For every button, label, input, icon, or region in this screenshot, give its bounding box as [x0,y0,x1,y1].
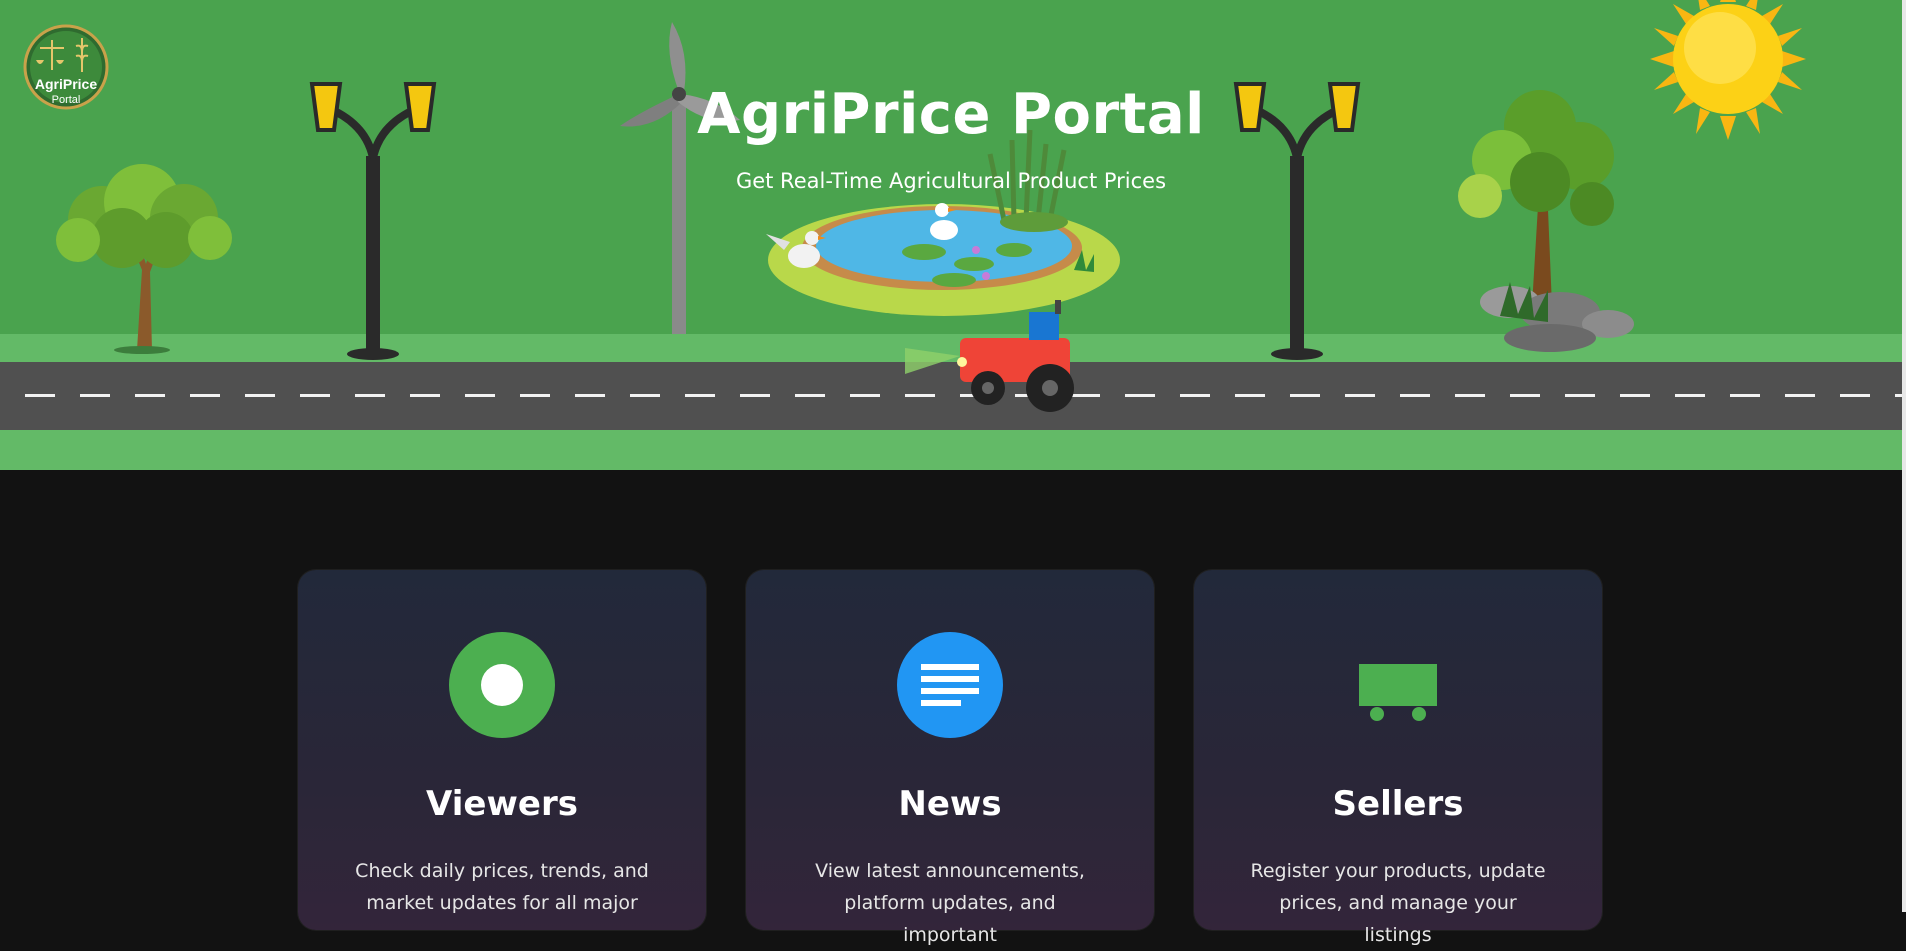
tractor-icon [905,300,1074,412]
card-title-news: News [898,784,1002,824]
grass-bottom [0,430,1902,470]
card-description-sellers: Register your products, update prices, a… [1250,860,1546,946]
page-title: AgriPrice Portal [697,82,1205,147]
card-viewers[interactable]: Viewers Check daily prices, trends, and … [298,570,706,930]
pond-icon [766,129,1120,316]
card-sellers[interactable]: Sellers Register your products, update p… [1194,570,1602,946]
card-description-viewers: Check daily prices, trends, and market u… [355,860,649,914]
news-icon [897,632,1003,738]
card-title-sellers: Sellers [1332,784,1464,824]
viewer-icon [449,632,555,738]
card-news[interactable]: News View latest announcements, platform… [746,570,1154,946]
scrollbar[interactable] [1902,0,1906,912]
page-subtitle: Get Real-Time Agricultural Product Price… [735,169,1167,193]
card-title-viewers: Viewers [426,784,578,824]
card-description-news: View latest announcements, platform upda… [815,860,1085,946]
cart-icon [1359,664,1437,721]
hero-banner: AgriPrice Portal AgriPrice Portal Get Re… [0,0,1902,470]
